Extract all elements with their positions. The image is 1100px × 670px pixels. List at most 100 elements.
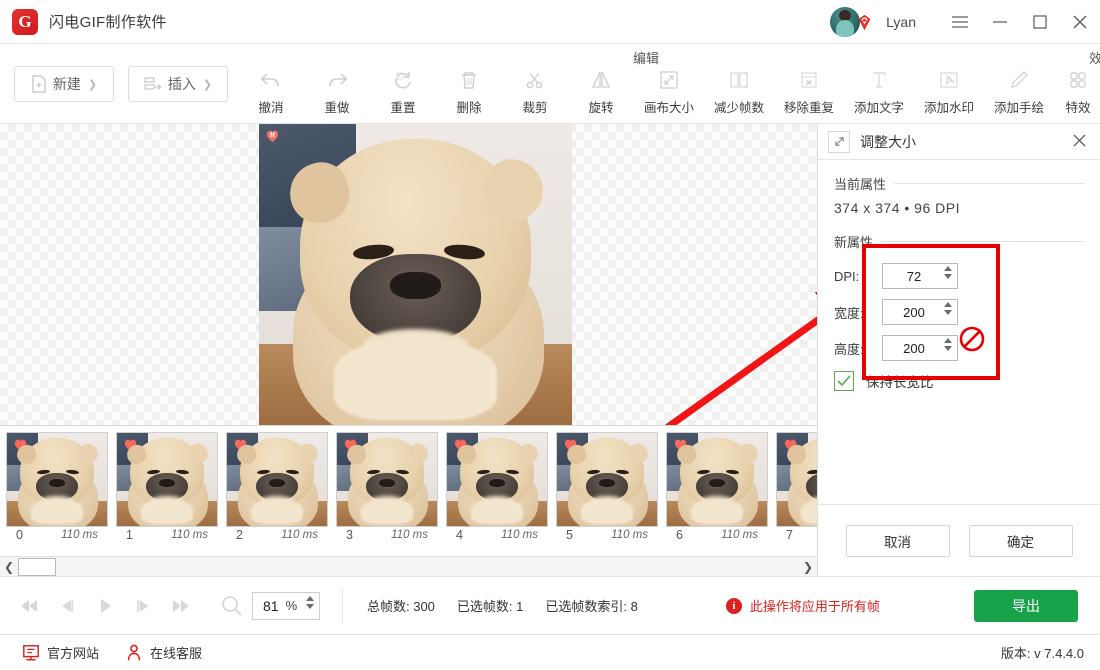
play-button[interactable] — [92, 593, 118, 619]
frame-thumbnail-image — [556, 432, 658, 527]
total-frames: 总帧数: 300 — [367, 596, 435, 615]
zoom-stepper[interactable] — [306, 596, 314, 609]
official-website-link[interactable]: 官方网站 — [22, 643, 99, 662]
tool-delete[interactable]: 删除 — [436, 66, 502, 124]
title-bar: G 闪电GIF制作软件 Lyan — [0, 0, 1100, 44]
filmstrip-scrollbar[interactable]: ❮ ❯ — [0, 556, 817, 576]
person-icon — [125, 644, 143, 662]
flip-icon — [588, 66, 614, 94]
frame-duration: 110 ms — [281, 529, 318, 541]
resize-panel-footer: 取消 确定 — [818, 504, 1100, 576]
frame-thumbnail[interactable]: 5 110 ms — [552, 430, 662, 556]
annotation-highlight-box — [862, 244, 1000, 380]
menu-button[interactable] — [940, 0, 980, 44]
insert-button[interactable]: 插入 ❯ — [128, 66, 228, 102]
maximize-button[interactable] — [1020, 0, 1060, 44]
status-divider — [342, 589, 343, 623]
chevron-right-icon: ❯ — [203, 78, 212, 91]
scissors-icon — [522, 66, 548, 94]
zoom-input[interactable]: 81 % — [252, 592, 320, 620]
main-toolbar: 新建 ❯ 插入 ❯ 编辑 撤 — [0, 44, 1100, 124]
new-button[interactable]: 新建 ❯ — [14, 66, 114, 102]
tool-reduce-frames[interactable]: 减少帧数 — [704, 66, 774, 124]
online-support-link[interactable]: 在线客服 — [125, 643, 202, 662]
tool-redo[interactable]: 重做 — [304, 66, 370, 124]
warning-text: 此操作将应用于所有帧 — [750, 596, 880, 615]
tool-delete-label: 删除 — [456, 97, 481, 116]
first-frame-button[interactable] — [16, 593, 42, 619]
vip-badge-icon — [856, 14, 873, 31]
export-button[interactable]: 导出 — [974, 590, 1078, 622]
frame-counts: 总帧数: 300 已选帧数: 1 已选帧数索引: 8 — [367, 596, 638, 615]
frame-index: 7 — [786, 528, 793, 542]
close-icon — [1072, 15, 1088, 29]
tool-effects[interactable]: 特效 — [1054, 66, 1100, 124]
frame-thumbnail[interactable]: 1 110 ms — [112, 430, 222, 556]
close-button[interactable] — [1060, 0, 1100, 44]
stepper-up-icon[interactable] — [306, 596, 314, 601]
insert-button-label: 插入 — [168, 74, 196, 94]
tool-effects-label: 特效 — [1065, 97, 1090, 116]
first-frame-icon — [18, 596, 40, 616]
tool-rotate[interactable]: 旋转 — [568, 66, 634, 124]
minimize-button[interactable] — [980, 0, 1020, 44]
official-website-label: 官方网站 — [47, 643, 99, 662]
tool-canvas-size[interactable]: 画布大小 — [634, 66, 704, 124]
scroll-left-button[interactable]: ❮ — [0, 558, 18, 576]
tool-crop[interactable]: 裁剪 — [502, 66, 568, 124]
canvas-preview[interactable] — [0, 124, 817, 426]
current-properties-legend: 当前属性 — [834, 174, 1084, 193]
avatar[interactable] — [830, 7, 860, 37]
frame-thumbnail-image — [116, 432, 218, 527]
last-frame-button[interactable] — [168, 593, 194, 619]
confirm-button[interactable]: 确定 — [969, 525, 1073, 557]
tool-reset[interactable]: 重置 — [370, 66, 436, 124]
remove-duplicate-icon — [796, 66, 822, 94]
online-support-label: 在线客服 — [150, 643, 202, 662]
frame-index: 5 — [566, 528, 573, 542]
tool-add-text[interactable]: 添加文字 — [844, 66, 914, 124]
frames-list[interactable]: 0 110 ms 1 110 ms — [0, 426, 817, 556]
prev-frame-button[interactable] — [54, 593, 80, 619]
next-frame-button[interactable] — [130, 593, 156, 619]
tool-undo[interactable]: 撤消 — [238, 66, 304, 124]
frame-thumbnail[interactable]: 2 110 ms — [222, 430, 332, 556]
frame-thumbnail-image — [226, 432, 328, 527]
tool-remove-duplicate-label: 移除重复 — [784, 97, 834, 116]
frame-thumbnail[interactable]: 6 110 ms — [662, 430, 772, 556]
frame-index: 4 — [456, 528, 463, 542]
maximize-icon — [1032, 15, 1048, 29]
tool-remove-duplicate[interactable]: 移除重复 — [774, 66, 844, 124]
frame-thumbnail[interactable]: 4 110 ms — [442, 430, 552, 556]
selected-frame-index: 已选帧数索引: 8 — [545, 596, 637, 615]
trash-icon — [456, 66, 482, 94]
filmstrip: 0 110 ms 1 110 ms — [0, 426, 817, 576]
toolbar-group-edit-title: 编辑 — [238, 48, 1054, 67]
resize-panel-header: 调整大小 — [818, 124, 1100, 160]
tool-add-draw[interactable]: 添加手绘 — [984, 66, 1054, 124]
tool-add-watermark[interactable]: 添加水印 — [914, 66, 984, 124]
resize-icon — [656, 66, 682, 94]
frame-thumbnail[interactable]: 3 110 ms — [332, 430, 442, 556]
reset-icon — [390, 66, 416, 94]
scroll-right-button[interactable]: ❯ — [799, 558, 817, 576]
magnifier-icon[interactable] — [220, 594, 244, 618]
prev-frame-icon — [56, 596, 78, 616]
footer-bar: 官方网站 在线客服 版本: v 7.4.4.0 — [0, 634, 1100, 670]
frame-thumbnail[interactable]: 0 110 ms — [2, 430, 112, 556]
keep-ratio-checkbox[interactable] — [834, 371, 854, 391]
warning-message: i 此操作将应用于所有帧 — [726, 596, 880, 615]
app-logo-icon: G — [12, 9, 38, 35]
user-name[interactable]: Lyan — [886, 14, 916, 30]
reduce-frames-icon — [726, 66, 752, 94]
legend-line — [881, 241, 1084, 242]
scrollbar-thumb[interactable] — [18, 558, 56, 576]
frame-thumbnail[interactable]: 7 110 ms — [772, 430, 817, 556]
cancel-button[interactable]: 取消 — [846, 525, 950, 557]
tool-add-text-label: 添加文字 — [854, 97, 904, 116]
playback-controls — [0, 593, 194, 619]
current-frame-image — [259, 124, 572, 426]
frame-thumbnail-image — [776, 432, 817, 527]
resize-panel-close-button[interactable] — [1069, 130, 1090, 154]
stepper-down-icon[interactable] — [306, 604, 314, 609]
